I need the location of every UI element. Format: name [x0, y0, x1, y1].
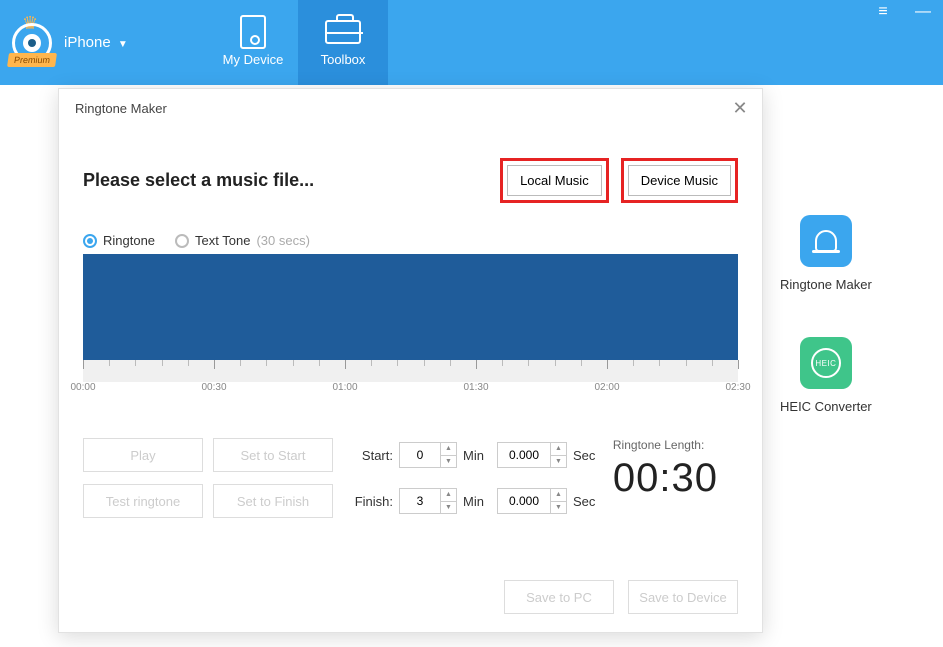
local-music-button[interactable]: Local Music — [507, 165, 602, 196]
radio-ringtone[interactable]: Ringtone — [83, 233, 155, 248]
nav-my-device-label: My Device — [223, 52, 284, 67]
save-to-pc-button[interactable]: Save to PC — [504, 580, 614, 614]
menu-icon[interactable]: ≡ — [863, 0, 903, 24]
highlight-box-local: Local Music — [500, 158, 609, 203]
test-ringtone-button[interactable]: Test ringtone — [83, 484, 203, 518]
chevron-down-icon: ▼ — [118, 39, 128, 50]
highlight-box-device: Device Music — [621, 158, 738, 203]
min-unit-label: Min — [463, 494, 491, 509]
ringtone-length-value: 00:30 — [613, 456, 718, 501]
stepper-up-icon[interactable]: ▲ — [551, 489, 566, 502]
stepper-down-icon[interactable]: ▼ — [551, 502, 566, 514]
stepper-up-icon[interactable]: ▲ — [441, 443, 456, 456]
premium-badge: Premium — [7, 53, 57, 67]
device-name-label: iPhone — [64, 34, 111, 51]
finish-min-stepper[interactable]: ▲▼ — [399, 488, 457, 514]
tile-ringtone-maker[interactable]: Ringtone Maker — [780, 215, 872, 292]
stepper-down-icon[interactable]: ▼ — [441, 456, 456, 468]
select-music-heading: Please select a music file... — [83, 170, 314, 191]
ringtone-maker-dialog: Ringtone Maker ✕ Please select a music f… — [58, 88, 763, 633]
nav-toolbox[interactable]: Toolbox — [298, 0, 388, 85]
bell-icon — [800, 215, 852, 267]
timeline-label: 01:30 — [463, 382, 488, 393]
set-to-start-button[interactable]: Set to Start — [213, 438, 333, 472]
toolbox-tiles: Ringtone Maker HEIC HEIC Converter — [780, 215, 872, 459]
app-logo-icon: ♛ Premium — [10, 21, 54, 65]
start-sec-stepper[interactable]: ▲▼ — [497, 442, 567, 468]
start-min-input[interactable] — [400, 443, 440, 467]
top-bar: ♛ Premium iPhone ▼ My Device Toolbox ≡ — — [0, 0, 943, 85]
timeline-label: 00:00 — [70, 382, 95, 393]
close-icon[interactable]: ✕ — [730, 99, 750, 119]
sec-unit-label: Sec — [573, 448, 601, 463]
ringtone-length-block: Ringtone Length: 00:30 — [613, 438, 738, 530]
nav-toolbox-label: Toolbox — [321, 52, 366, 67]
waveform-area[interactable] — [83, 254, 738, 360]
radio-text-tone-label: Text Tone — [195, 233, 250, 248]
timeline-label: 01:00 — [332, 382, 357, 393]
timeline-label: 00:30 — [201, 382, 226, 393]
minimize-icon[interactable]: — — [903, 0, 943, 24]
finish-sec-input[interactable] — [498, 489, 550, 513]
heic-icon: HEIC — [800, 337, 852, 389]
main-nav: My Device Toolbox — [208, 0, 388, 85]
radio-text-tone-suffix: (30 secs) — [256, 233, 309, 248]
min-unit-label: Min — [463, 448, 491, 463]
tablet-icon — [235, 18, 271, 46]
tile-heic-label: HEIC Converter — [780, 399, 872, 414]
device-music-button[interactable]: Device Music — [628, 165, 731, 196]
heic-badge-label: HEIC — [811, 348, 841, 378]
play-button[interactable]: Play — [83, 438, 203, 472]
start-min-stepper[interactable]: ▲▼ — [399, 442, 457, 468]
radio-on-icon — [83, 234, 97, 248]
finish-label: Finish: — [348, 494, 393, 509]
stepper-up-icon[interactable]: ▲ — [441, 489, 456, 502]
timeline-label: 02:30 — [725, 382, 750, 393]
tile-ringtone-label: Ringtone Maker — [780, 277, 872, 292]
logo-device-area[interactable]: ♛ Premium iPhone ▼ — [0, 0, 208, 85]
stepper-down-icon[interactable]: ▼ — [551, 456, 566, 468]
save-to-device-button[interactable]: Save to Device — [628, 580, 738, 614]
nav-my-device[interactable]: My Device — [208, 0, 298, 85]
dialog-title: Ringtone Maker — [59, 89, 762, 128]
ringtone-length-label: Ringtone Length: — [613, 438, 718, 452]
start-label: Start: — [348, 448, 393, 463]
tone-type-group: Ringtone Text Tone (30 secs) — [83, 233, 738, 248]
briefcase-icon — [325, 18, 361, 46]
finish-min-input[interactable] — [400, 489, 440, 513]
timeline-ruler[interactable] — [83, 360, 738, 382]
device-selector[interactable]: iPhone ▼ — [64, 34, 128, 51]
timeline-label: 02:00 — [594, 382, 619, 393]
timeline-labels: 00:0000:3001:0001:3002:0002:30 — [83, 382, 738, 398]
radio-off-icon — [175, 234, 189, 248]
radio-text-tone[interactable]: Text Tone (30 secs) — [175, 233, 310, 248]
start-sec-input[interactable] — [498, 443, 550, 467]
window-controls: ≡ — — [863, 0, 943, 85]
set-to-finish-button[interactable]: Set to Finish — [213, 484, 333, 518]
stepper-up-icon[interactable]: ▲ — [551, 443, 566, 456]
radio-ringtone-label: Ringtone — [103, 233, 155, 248]
stepper-down-icon[interactable]: ▼ — [441, 502, 456, 514]
tile-heic-converter[interactable]: HEIC HEIC Converter — [780, 337, 872, 414]
music-source-buttons: Local Music Device Music — [500, 158, 738, 203]
finish-sec-stepper[interactable]: ▲▼ — [497, 488, 567, 514]
sec-unit-label: Sec — [573, 494, 601, 509]
